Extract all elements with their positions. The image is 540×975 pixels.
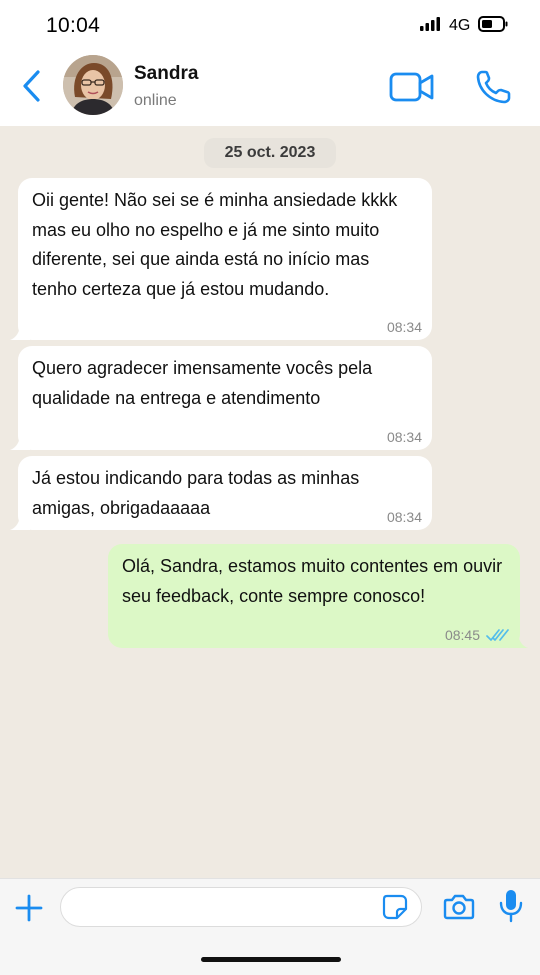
double-check-icon [486,629,509,641]
contact-photo [63,55,123,115]
message-text: Já estou indicando para todas as minhas … [32,468,360,518]
input-bar [0,878,540,975]
sticker-button[interactable] [381,893,409,921]
camera-icon [443,894,475,920]
camera-button[interactable] [443,892,475,922]
voice-call-button[interactable] [474,68,514,106]
incoming-message[interactable]: Já estou indicando para todas as minhas … [10,456,432,530]
message-time: 08:34 [386,429,422,445]
plus-icon [15,894,43,922]
video-camera-icon [389,72,434,102]
incoming-message[interactable]: Quero agradecer imensamente vocês pela q… [10,346,432,450]
battery-icon [478,16,508,32]
chevron-left-icon [23,70,40,102]
attach-button[interactable] [14,893,44,923]
bubble-tail [508,632,528,648]
status-bar: 10:04 4G [0,0,540,48]
chat-header: Sandra online [0,48,540,126]
message-text: Olá, Sandra, estamos muito contentes em … [122,556,503,606]
video-call-button[interactable] [388,70,436,104]
message-text: Oii gente! Não sei se é minha ansiedade … [32,190,398,299]
home-indicator[interactable] [201,957,341,962]
message-time: 08:34 [386,319,422,335]
microphone-icon [499,890,523,923]
outgoing-message[interactable]: Olá, Sandra, estamos muito contentes em … [108,544,528,648]
bubble-tail [10,434,30,450]
message-time: 08:34 [386,509,422,525]
microphone-button[interactable] [498,888,524,924]
date-separator: 25 oct. 2023 [204,138,336,168]
phone-icon [476,70,511,104]
avatar[interactable] [63,55,123,115]
chat-area[interactable]: 25 oct. 2023 Oii gente! Não sei se é min… [0,126,540,878]
contact-name[interactable]: Sandra [134,63,198,85]
contact-status: online [134,92,177,109]
status-time: 10:04 [46,14,101,37]
sticker-icon [382,894,408,920]
message-time: 08:45 [444,627,480,643]
incoming-message[interactable]: Oii gente! Não sei se é minha ansiedade … [10,178,432,340]
network-label: 4G [449,17,471,34]
signal-icon [420,17,440,31]
message-text: Quero agradecer imensamente vocês pela q… [32,358,373,408]
bubble-tail [10,324,30,340]
message-input[interactable] [60,887,422,927]
bubble-tail [10,514,30,530]
back-button[interactable] [18,66,48,106]
